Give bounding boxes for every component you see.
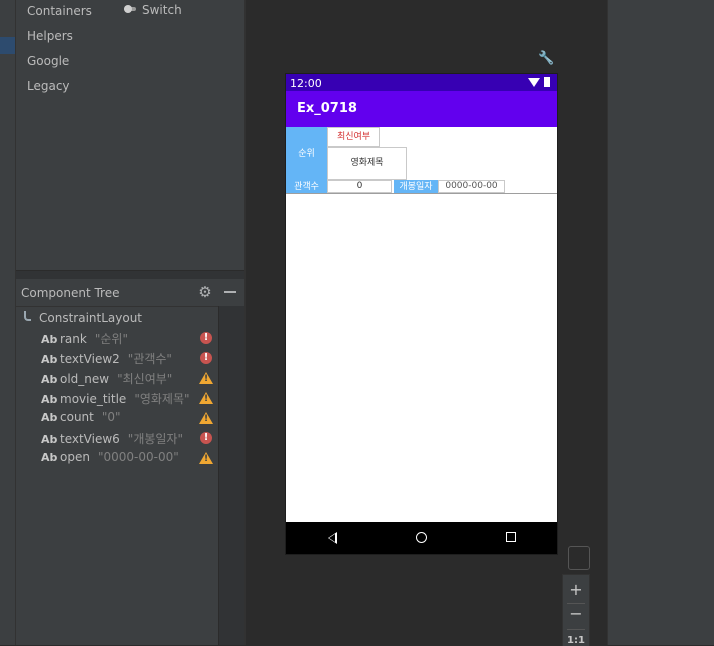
view-rank[interactable]: 순위	[286, 127, 327, 180]
component-text: "0000-00-00"	[97, 450, 179, 464]
error-icon[interactable]: !	[200, 332, 212, 344]
palette-category-containers[interactable]: Containers	[27, 4, 92, 18]
textview-icon: Ab	[41, 393, 58, 406]
wrench-icon[interactable]: 🔧	[538, 51, 554, 67]
component-text: "순위"	[94, 332, 128, 346]
zoom-in-button[interactable]: +	[563, 581, 589, 599]
warning-icon[interactable]: !	[199, 392, 213, 404]
palette-category-google[interactable]: Google	[27, 54, 69, 68]
warning-icon[interactable]: !	[199, 452, 213, 464]
palette-panel: Containers Helpers Google Legacy Switch	[16, 0, 244, 270]
component-id: textView2	[60, 352, 120, 366]
constraint-layout-content[interactable]: 순위 최신여부 영화제목 관객수 0 개봉일자 0000-00-00	[286, 127, 557, 194]
home-icon	[416, 532, 427, 543]
recents-icon	[506, 532, 516, 542]
navigation-bar	[286, 522, 557, 554]
active-tool-indicator[interactable]	[0, 37, 15, 54]
warning-icon[interactable]: !	[199, 412, 213, 424]
tree-item-movie-title[interactable]: Ab movie_title "영화제목" !	[41, 390, 213, 408]
tree-item-textview2[interactable]: Ab textView2 "관객수" !	[41, 350, 212, 368]
switch-icon	[124, 5, 138, 13]
palette-category-helpers[interactable]: Helpers	[27, 29, 73, 43]
error-icon[interactable]: !	[200, 352, 212, 364]
app-title: Ex_0718	[297, 101, 357, 116]
constraint-layout-icon	[23, 311, 33, 324]
warning-icon[interactable]: !	[199, 372, 213, 384]
component-text: "영화제목"	[134, 392, 190, 406]
tree-item-rank[interactable]: Ab rank "순위" !	[41, 330, 212, 348]
component-tree-panel: Component Tree ⚙ ConstraintLayout Ab rank…	[16, 279, 245, 645]
view-textview2[interactable]: 관객수	[286, 180, 327, 193]
textview-icon: Ab	[41, 451, 58, 464]
textview-icon: Ab	[41, 333, 58, 346]
tree-root-label: ConstraintLayout	[39, 311, 143, 325]
device-preview[interactable]: 12:00 Ex_0718 순위 최신여부 영화제목 관객수 0 개봉일자 00…	[286, 74, 557, 554]
tree-item-textview6[interactable]: Ab textView6 "개봉일자" !	[41, 430, 212, 448]
wifi-icon	[528, 78, 540, 87]
component-id: old_new	[60, 372, 110, 386]
error-icon[interactable]: !	[200, 432, 212, 444]
textview-icon: Ab	[41, 353, 58, 366]
attributes-panel	[607, 0, 714, 645]
view-textview6[interactable]: 개봉일자	[394, 180, 438, 193]
view-count[interactable]: 0	[327, 180, 392, 193]
status-bar: 12:00	[286, 74, 557, 91]
component-tree-title: Component Tree	[21, 286, 120, 300]
component-text: "개봉일자"	[127, 432, 183, 446]
component-text: "관객수"	[127, 352, 172, 366]
tree-item-open[interactable]: Ab open "0000-00-00" !	[41, 450, 213, 468]
palette-category-legacy[interactable]: Legacy	[27, 79, 70, 93]
component-id: open	[60, 450, 90, 464]
component-tree-header: Component Tree ⚙	[16, 279, 244, 307]
component-text: "최신여부"	[117, 372, 173, 386]
view-old-new[interactable]: 최신여부	[327, 127, 380, 147]
view-open[interactable]: 0000-00-00	[438, 180, 505, 193]
app-bar: Ex_0718	[286, 91, 557, 127]
zoom-out-button[interactable]: −	[563, 605, 589, 623]
zoom-actual-size-button[interactable]: 1:1	[563, 635, 589, 646]
textview-icon: Ab	[41, 433, 58, 446]
component-id: textView6	[60, 432, 120, 446]
view-movie-title[interactable]: 영화제목	[327, 147, 407, 180]
divider	[567, 629, 585, 630]
palette-item-switch[interactable]: Switch	[124, 3, 182, 17]
component-text: "0"	[101, 410, 121, 424]
palette-item-label: Switch	[142, 3, 182, 17]
textview-icon: Ab	[41, 373, 58, 386]
pan-zoom-overview[interactable]	[568, 546, 590, 570]
battery-icon	[544, 77, 550, 87]
tool-window-strip	[0, 0, 16, 645]
component-id: movie_title	[60, 392, 127, 406]
gear-icon[interactable]: ⚙	[197, 284, 213, 300]
zoom-controls: + − 1:1	[562, 574, 590, 646]
minimize-icon[interactable]	[222, 284, 238, 300]
textview-icon: Ab	[41, 411, 58, 424]
tree-item-old-new[interactable]: Ab old_new "최신여부" !	[41, 370, 213, 388]
tree-item-count[interactable]: Ab count "0" !	[41, 410, 213, 428]
component-id: rank	[60, 332, 87, 346]
back-icon	[328, 532, 337, 544]
component-id: count	[60, 410, 94, 424]
status-time: 12:00	[290, 77, 322, 90]
tree-root-constraintlayout[interactable]: ConstraintLayout	[23, 311, 142, 325]
tree-status-gutter	[218, 306, 245, 645]
